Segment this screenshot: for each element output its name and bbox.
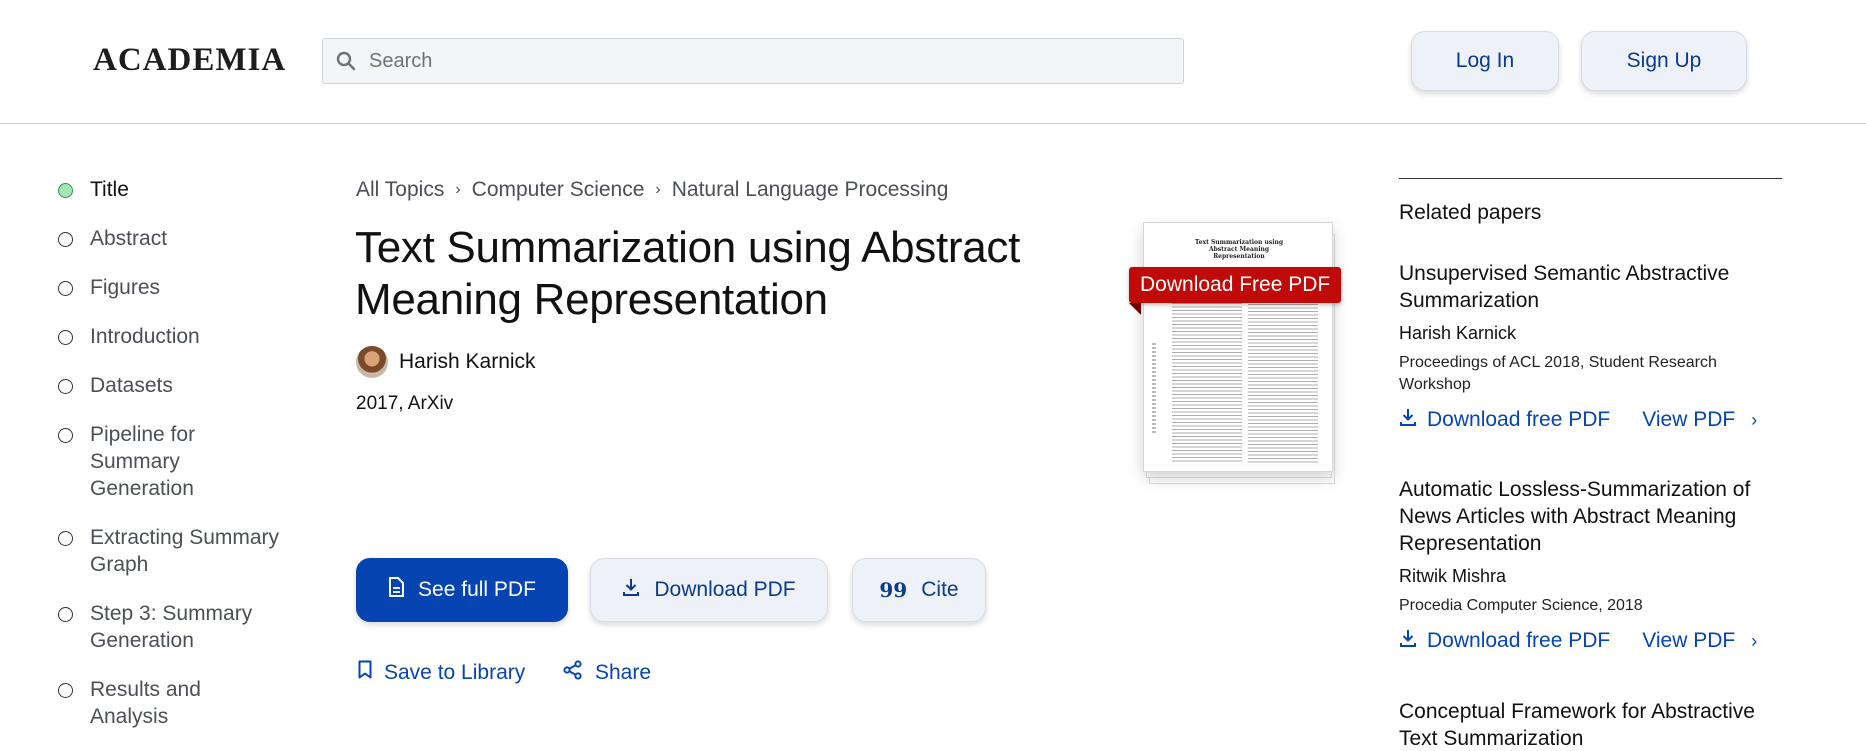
paper-author[interactable]: Harish Karnick xyxy=(356,346,536,378)
toc-item-label: Step 3: Summary Generation xyxy=(90,602,253,652)
related-paper-author[interactable]: Ritwik Mishra xyxy=(1399,566,1782,587)
breadcrumb-all-topics[interactable]: All Topics xyxy=(356,178,444,202)
related-paper-title[interactable]: Unsupervised Semantic Abstractive Summar… xyxy=(1399,260,1782,314)
save-to-library-label: Save to Library xyxy=(384,660,526,684)
download-pdf-button[interactable]: Download PDF xyxy=(590,558,828,622)
toc-item-step3[interactable]: Step 3: Summary Generation xyxy=(56,600,286,654)
download-icon xyxy=(622,578,640,602)
related-papers-heading: Related papers xyxy=(1399,201,1542,224)
author-avatar[interactable] xyxy=(356,346,388,378)
download-icon xyxy=(1399,629,1417,653)
related-divider xyxy=(1399,178,1782,179)
bookmark-icon xyxy=(358,660,372,685)
toc-item-abstract[interactable]: Abstract xyxy=(56,225,296,252)
document-icon xyxy=(388,577,405,603)
toc-dot-icon xyxy=(58,607,73,622)
download-free-pdf-ribbon[interactable]: Download Free PDF xyxy=(1129,267,1342,303)
pdf-text-column xyxy=(1172,303,1242,463)
breadcrumb: All Topics › Computer Science › Natural … xyxy=(356,178,948,202)
share-label: Share xyxy=(595,661,652,684)
related-paper-title[interactable]: Automatic Lossless-Summarization of News… xyxy=(1399,476,1782,557)
share-link[interactable]: Share xyxy=(563,660,651,686)
toc-dot-icon xyxy=(58,330,73,345)
toc-dot-icon xyxy=(58,281,73,296)
chevron-right-icon: › xyxy=(1751,630,1758,651)
toc-item-label: Title xyxy=(90,178,129,201)
academia-logo[interactable]: ACADEMIA xyxy=(93,42,286,79)
login-button[interactable]: Log In xyxy=(1411,31,1559,91)
related-paper-venue: Proceedings of ACL 2018, Student Researc… xyxy=(1399,354,1717,393)
toc-dot-icon xyxy=(58,232,73,247)
download-free-pdf-link[interactable]: Download free PDF xyxy=(1427,408,1610,432)
search-bar[interactable] xyxy=(322,38,1184,84)
related-paper-2: Automatic Lossless-Summarization of News… xyxy=(1399,476,1782,653)
top-header: ACADEMIA Log In Sign Up xyxy=(0,0,1866,124)
see-full-pdf-button[interactable]: See full PDF xyxy=(356,558,568,622)
toc-item-label: Pipeline for Summary Generation xyxy=(90,423,196,500)
download-pdf-label: Download PDF xyxy=(654,578,796,601)
toc-item-label: Results and Analysis xyxy=(90,678,201,728)
pdf-first-page-preview: Text Summarization using Abstract Meanin… xyxy=(1143,222,1333,472)
pdf-margin-text xyxy=(1152,343,1156,433)
breadcrumb-separator-icon: › xyxy=(455,181,461,198)
signup-button[interactable]: Sign Up xyxy=(1581,31,1747,91)
toc-item-label: Introduction xyxy=(90,325,200,348)
pdf-page-title: Text Summarization using Abstract Meanin… xyxy=(1194,239,1284,260)
cite-label: Cite xyxy=(921,578,959,601)
download-icon xyxy=(1399,408,1417,432)
toc-item-label: Figures xyxy=(90,276,161,299)
related-paper-3: Conceptual Framework for Abstractive Tex… xyxy=(1399,698,1782,751)
search-input[interactable] xyxy=(369,49,1169,73)
breadcrumb-separator-icon: › xyxy=(655,181,661,198)
toc-dot-icon xyxy=(58,531,73,546)
download-free-pdf-link[interactable]: Download free PDF xyxy=(1427,629,1610,653)
toc-item-title[interactable]: Title xyxy=(56,176,296,203)
paper-meta: 2017, ArXiv xyxy=(356,393,454,414)
breadcrumb-nlp[interactable]: Natural Language Processing xyxy=(672,178,949,202)
view-pdf-link[interactable]: View PDF xyxy=(1642,629,1735,653)
toc-dot-icon xyxy=(58,428,73,443)
toc-item-extracting[interactable]: Extracting Summary Graph xyxy=(56,524,286,578)
ribbon-fold xyxy=(1129,303,1141,315)
related-paper-links: Download free PDF View PDF › xyxy=(1399,408,1782,432)
paper-title: Text Summarization using Abstract Meanin… xyxy=(355,223,1021,324)
table-of-contents: Title Abstract Figures Introduction Data… xyxy=(56,176,296,730)
related-paper-1: Unsupervised Semantic Abstractive Summar… xyxy=(1399,260,1782,432)
toc-dot-icon xyxy=(58,683,73,698)
toc-item-results[interactable]: Results and Analysis xyxy=(56,676,256,730)
related-paper-links: Download free PDF View PDF › xyxy=(1399,629,1782,653)
pdf-thumbnail[interactable]: Text Summarization using Abstract Meanin… xyxy=(1143,222,1335,484)
toc-item-label: Abstract xyxy=(90,227,168,250)
toc-active-dot-icon xyxy=(58,183,73,198)
chevron-right-icon: › xyxy=(1751,409,1758,430)
save-to-library-link[interactable]: Save to Library xyxy=(358,660,525,685)
toc-dot-icon xyxy=(58,379,73,394)
toc-item-figures[interactable]: Figures xyxy=(56,274,296,301)
toc-item-label: Extracting Summary Graph xyxy=(90,526,280,576)
related-paper-venue: Procedia Computer Science, 2018 xyxy=(1399,597,1643,614)
author-name[interactable]: Harish Karnick xyxy=(399,350,536,374)
pdf-text-column xyxy=(1248,283,1318,463)
view-pdf-link[interactable]: View PDF xyxy=(1642,408,1735,432)
breadcrumb-computer-science[interactable]: Computer Science xyxy=(472,178,645,202)
toc-item-datasets[interactable]: Datasets xyxy=(56,372,296,399)
toc-item-introduction[interactable]: Introduction xyxy=(56,323,296,350)
cite-button[interactable]: 99 Cite xyxy=(852,558,986,622)
see-full-pdf-label: See full PDF xyxy=(418,578,536,601)
toc-item-label: Datasets xyxy=(90,374,173,397)
toc-item-pipeline[interactable]: Pipeline for Summary Generation xyxy=(56,421,236,502)
search-icon xyxy=(335,50,357,72)
related-paper-author[interactable]: Harish Karnick xyxy=(1399,323,1782,344)
share-icon xyxy=(563,660,583,686)
quote-icon: 99 xyxy=(879,578,908,602)
related-paper-title[interactable]: Conceptual Framework for Abstractive Tex… xyxy=(1399,698,1782,751)
